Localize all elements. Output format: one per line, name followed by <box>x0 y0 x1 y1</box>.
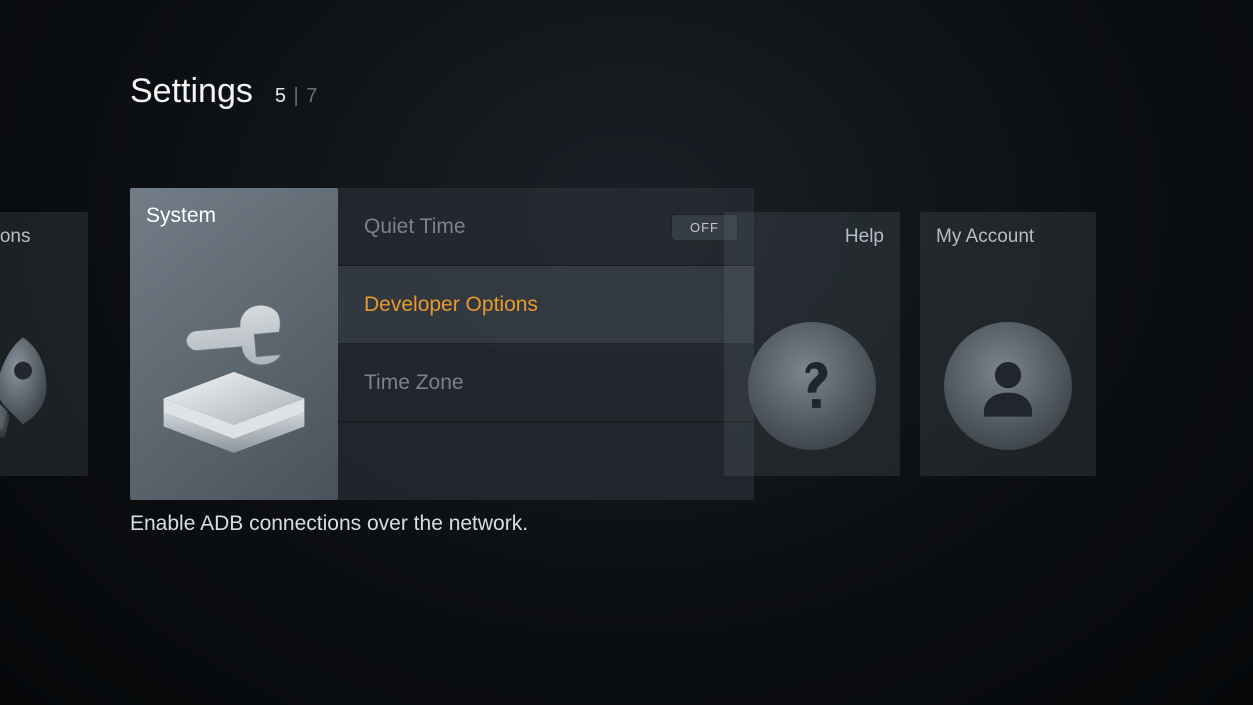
submenu-item-label: Time Zone <box>364 371 738 395</box>
tile-system[interactable]: System <box>130 188 338 500</box>
tile-applications[interactable]: Applications <box>0 212 88 476</box>
tile-help-label: Help <box>724 226 900 248</box>
page-index-total: 7 <box>306 85 317 107</box>
page-title: Settings <box>130 72 253 111</box>
tile-my-account-label: My Account <box>920 226 1096 248</box>
tile-help[interactable]: Help <box>724 212 900 476</box>
tile-system-label: System <box>130 204 338 228</box>
settings-carousel: Applications System <box>0 188 1253 500</box>
question-icon <box>748 322 876 450</box>
tile-applications-label: Applications <box>0 226 88 248</box>
submenu-item-label: Developer Options <box>364 293 738 317</box>
submenu-item-label: Quiet Time <box>364 215 671 239</box>
page-index-current: 5 <box>275 85 286 107</box>
submenu-item-quiet-time[interactable]: Quiet Time OFF <box>338 188 754 266</box>
tile-my-account[interactable]: My Account <box>920 212 1096 476</box>
submenu-item-developer-options[interactable]: Developer Options <box>338 266 754 344</box>
page-index-separator: | <box>288 85 304 107</box>
rocket-icon <box>0 322 64 450</box>
description-text: Enable ADB connections over the network. <box>130 512 528 536</box>
submenu-item-time-zone[interactable]: Time Zone <box>338 344 754 422</box>
page-index: 5 | 7 <box>275 85 318 108</box>
system-device-icon <box>146 280 322 456</box>
system-submenu: Quiet Time OFF Developer Options Time Zo… <box>338 188 754 500</box>
person-icon <box>944 322 1072 450</box>
